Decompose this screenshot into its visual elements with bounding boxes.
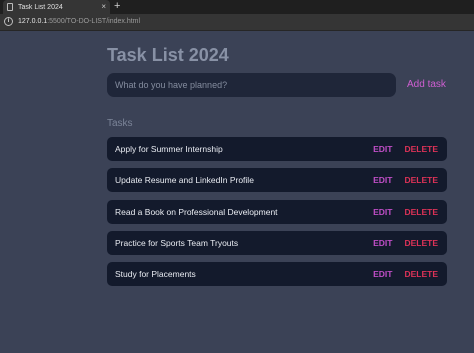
edit-button[interactable]: EDIT [373,144,392,154]
edit-button[interactable]: EDIT [373,207,392,217]
task-row: Apply for Summer Internship EDIT DELETE [107,137,447,161]
delete-button[interactable]: DELETE [404,207,438,217]
page-title: Task List 2024 [107,45,229,65]
delete-button[interactable]: DELETE [404,144,438,154]
site-info-icon[interactable]: i [4,17,13,26]
browser-tab[interactable]: Task List 2024 × [3,0,110,14]
edit-button[interactable]: EDIT [373,238,392,248]
task-text[interactable]: Practice for Sports Team Tryouts [115,238,373,248]
task-text[interactable]: Study for Placements [115,269,373,279]
add-task-button[interactable]: Add task [407,73,446,97]
url-text[interactable]: 127.0.0.1:5500/TO-DO-LIST/index.html [18,17,140,27]
tab-title: Task List 2024 [18,3,63,11]
task-list: Apply for Summer Internship EDIT DELETE … [107,137,447,293]
task-row: Read a Book on Professional Development … [107,199,447,224]
task-row: Update Resume and LinkedIn Profile EDIT … [107,168,447,193]
task-row: Study for Placements EDIT DELETE [107,262,447,287]
task-text[interactable]: Update Resume and LinkedIn Profile [115,175,373,185]
url-host: 127.0.0.1 [18,18,48,25]
tasks-heading: Tasks [107,118,133,129]
address-bar[interactable]: i 127.0.0.1:5500/TO-DO-LIST/index.html [0,14,474,31]
delete-button[interactable]: DELETE [404,175,438,185]
task-text[interactable]: Apply for Summer Internship [115,144,373,154]
close-tab-icon[interactable]: × [101,3,106,11]
new-tab-icon[interactable]: + [114,0,120,14]
url-path: :5500/TO-DO-LIST/index.html [47,18,141,25]
task-text[interactable]: Read a Book on Professional Development [115,207,373,217]
delete-button[interactable]: DELETE [404,269,438,279]
new-task-input[interactable] [107,73,396,97]
page-icon [7,3,13,11]
delete-button[interactable]: DELETE [404,238,438,248]
edit-button[interactable]: EDIT [373,269,392,279]
task-row: Practice for Sports Team Tryouts EDIT DE… [107,230,447,255]
edit-button[interactable]: EDIT [373,175,392,185]
browser-tab-strip: Task List 2024 × + [0,0,474,14]
